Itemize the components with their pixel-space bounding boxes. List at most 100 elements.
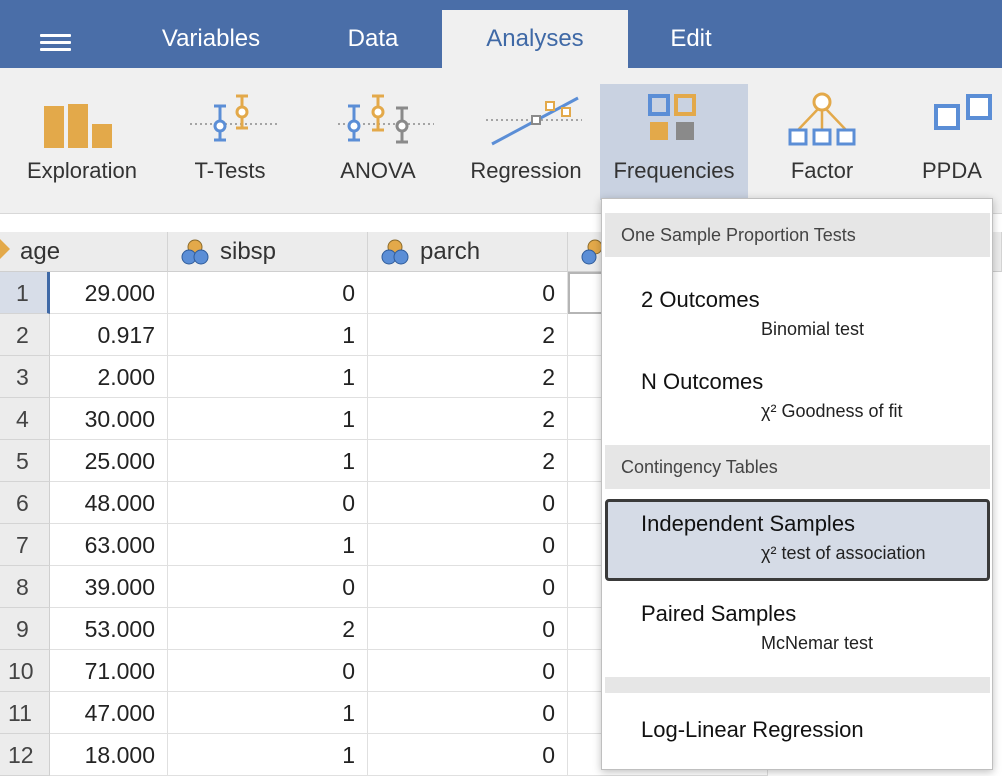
menu-item-subtitle: χ² test of association <box>761 543 926 563</box>
cell-sibsp[interactable]: 0 <box>168 272 368 314</box>
hamburger-menu-icon[interactable] <box>40 34 71 52</box>
frequencies-label: Frequencies <box>613 158 735 183</box>
frequencies-grid-icon <box>648 94 696 140</box>
anova-label: ANOVA <box>340 158 416 183</box>
t-tests-label: T-Tests <box>194 158 266 183</box>
cell-sibsp[interactable]: 1 <box>168 356 368 398</box>
nominal-variable-icon <box>381 239 409 265</box>
ppda-label: PPDA <box>922 158 982 183</box>
anova-button[interactable]: ANOVA <box>304 84 452 200</box>
menu-item-independent-samples[interactable]: Independent Samples χ² test of associati… <box>605 499 990 581</box>
row-number[interactable]: 9 <box>0 608 50 650</box>
cell-parch[interactable]: 0 <box>368 482 568 524</box>
cell-age[interactable]: 29.000 <box>50 272 168 314</box>
cell-age[interactable]: 30.000 <box>50 398 168 440</box>
cell-sibsp[interactable]: 0 <box>168 650 368 692</box>
cell-age[interactable]: 71.000 <box>50 650 168 692</box>
cell-age[interactable]: 2.000 <box>50 356 168 398</box>
tab-edit[interactable]: Edit <box>640 10 742 68</box>
cell-parch[interactable]: 2 <box>368 398 568 440</box>
cell-parch[interactable]: 2 <box>368 440 568 482</box>
analyses-ribbon: Exploration T-Tests ANOVA Regression Fre… <box>0 68 1002 214</box>
bar-chart-icon <box>44 104 112 148</box>
t-test-icon <box>190 94 280 142</box>
row-number[interactable]: 6 <box>0 482 50 524</box>
cell-age[interactable]: 39.000 <box>50 566 168 608</box>
exploration-button[interactable]: Exploration <box>8 84 156 200</box>
row-number[interactable]: 8 <box>0 566 50 608</box>
row-number[interactable]: 10 <box>0 650 50 692</box>
menu-item-paired-samples[interactable]: Paired Samples McNemar test <box>605 589 990 671</box>
column-header-age[interactable]: age <box>0 232 168 272</box>
factor-icon <box>788 92 856 146</box>
frequencies-button[interactable]: Frequencies <box>600 84 748 200</box>
menu-item-title: N Outcomes <box>641 369 764 394</box>
cell-age[interactable]: 53.000 <box>50 608 168 650</box>
menu-item-subtitle: McNemar test <box>761 633 874 653</box>
cell-parch[interactable]: 0 <box>368 692 568 734</box>
cell-sibsp[interactable]: 0 <box>168 482 368 524</box>
column-name: age <box>20 238 61 265</box>
cell-parch[interactable]: 0 <box>368 608 568 650</box>
menu-group-header: Contingency Tables <box>605 445 990 489</box>
menu-item-title: 2 Outcomes <box>641 287 760 312</box>
cell-sibsp[interactable]: 1 <box>168 692 368 734</box>
row-number[interactable]: 11 <box>0 692 50 734</box>
menu-item-title: Log-Linear Regression <box>641 717 864 742</box>
cell-parch[interactable]: 0 <box>368 650 568 692</box>
column-name: parch <box>420 238 481 265</box>
factor-button[interactable]: Factor <box>748 84 896 200</box>
factor-label: Factor <box>790 158 854 183</box>
row-number[interactable]: 12 <box>0 734 50 776</box>
cell-sibsp[interactable]: 1 <box>168 734 368 776</box>
cell-sibsp[interactable]: 1 <box>168 524 368 566</box>
row-number[interactable]: 3 <box>0 356 50 398</box>
row-number[interactable]: 1 <box>0 272 50 314</box>
cell-sibsp[interactable]: 2 <box>168 608 368 650</box>
exploration-label: Exploration <box>26 158 138 183</box>
cell-age[interactable]: 47.000 <box>50 692 168 734</box>
cell-sibsp[interactable]: 1 <box>168 398 368 440</box>
tab-variables[interactable]: Variables <box>128 10 294 68</box>
menu-item-n-outcomes[interactable]: N Outcomes χ² Goodness of fit <box>605 357 990 439</box>
row-number[interactable]: 4 <box>0 398 50 440</box>
t-tests-button[interactable]: T-Tests <box>156 84 304 200</box>
cell-age[interactable]: 48.000 <box>50 482 168 524</box>
column-name: sibsp <box>220 238 277 265</box>
cell-parch[interactable]: 0 <box>368 272 568 314</box>
column-header-parch[interactable]: parch <box>368 232 568 272</box>
tab-analyses[interactable]: Analyses <box>442 10 628 68</box>
tab-data[interactable]: Data <box>316 10 430 68</box>
cell-age[interactable]: 18.000 <box>50 734 168 776</box>
row-number[interactable]: 7 <box>0 524 50 566</box>
menu-item-2-outcomes[interactable]: 2 Outcomes Binomial test <box>605 275 990 357</box>
column-header-sibsp[interactable]: sibsp <box>168 232 368 272</box>
row-number[interactable]: 5 <box>0 440 50 482</box>
regression-button[interactable]: Regression <box>452 84 600 200</box>
cell-sibsp[interactable]: 1 <box>168 314 368 356</box>
cell-parch[interactable]: 0 <box>368 734 568 776</box>
cell-parch[interactable]: 2 <box>368 356 568 398</box>
cell-sibsp[interactable]: 1 <box>168 440 368 482</box>
menu-item-log-linear-regression[interactable]: Log-Linear Regression <box>605 693 990 769</box>
cell-age[interactable]: 25.000 <box>50 440 168 482</box>
menu-item-subtitle: Binomial test <box>761 319 865 339</box>
cell-sibsp[interactable]: 0 <box>168 566 368 608</box>
menu-item-title: Paired Samples <box>641 601 797 626</box>
regression-icon <box>486 96 582 146</box>
ruler-continuous-icon <box>0 239 10 259</box>
ppda-button[interactable]: PPDA <box>896 84 1002 200</box>
top-tab-bar: Variables Data Analyses Edit <box>0 0 1002 68</box>
regression-label: Regression <box>470 158 582 183</box>
nominal-variable-icon <box>181 239 209 265</box>
cell-parch[interactable]: 2 <box>368 314 568 356</box>
cell-parch[interactable]: 0 <box>368 566 568 608</box>
menu-item-title: Independent Samples <box>641 511 856 536</box>
anova-icon <box>338 94 434 144</box>
row-number[interactable]: 2 <box>0 314 50 356</box>
ppda-icon <box>934 94 992 130</box>
menu-group-separator <box>605 677 990 693</box>
cell-age[interactable]: 63.000 <box>50 524 168 566</box>
cell-parch[interactable]: 0 <box>368 524 568 566</box>
cell-age[interactable]: 0.917 <box>50 314 168 356</box>
